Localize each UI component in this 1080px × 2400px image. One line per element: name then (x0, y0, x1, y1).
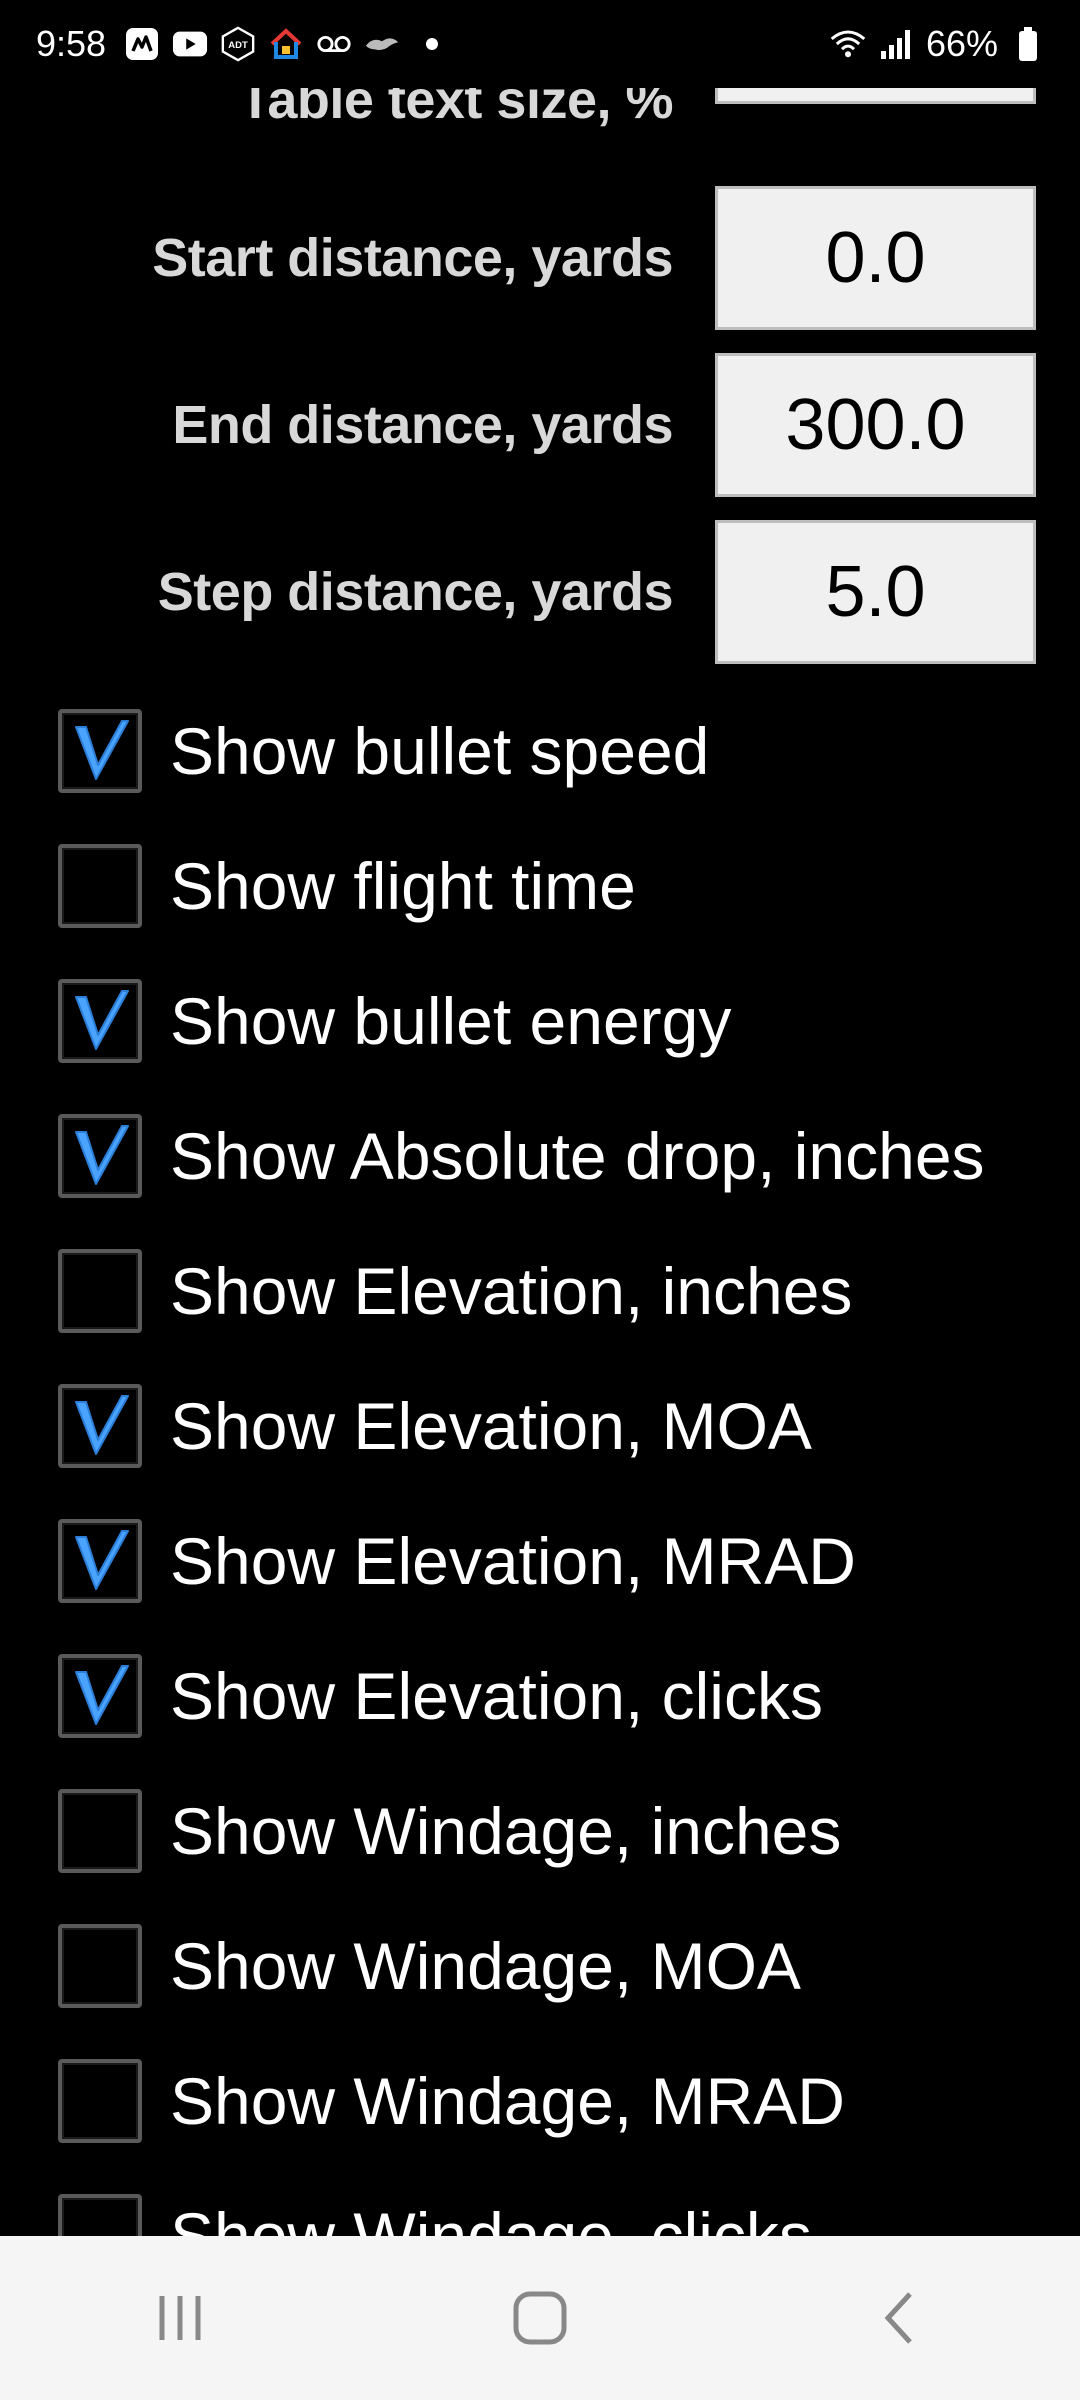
home-button[interactable] (480, 2258, 600, 2378)
checkbox-row[interactable]: Show flight time (0, 819, 1080, 953)
checkbox-unchecked[interactable] (58, 1924, 142, 2008)
checkbox-label: Show Elevation, MOA (170, 1389, 812, 1463)
checkbox-row[interactable]: Show bullet speed (0, 684, 1080, 818)
checkbox-label: Show Windage, clicks (170, 2199, 812, 2236)
step-distance-label: Step distance, yards (157, 562, 674, 622)
step-distance-row: Step distance, yards 5.0 (0, 520, 1080, 664)
end-distance-row: End distance, yards 300.0 (0, 353, 1080, 497)
checkmark-icon (75, 1665, 129, 1725)
start-distance-row: Start distance, yards 0.0 (0, 186, 1080, 330)
dot-icon (426, 38, 439, 50)
checkmark-icon (75, 990, 129, 1050)
checkbox-row[interactable]: Show Elevation, inches (0, 1224, 1080, 1358)
checkbox-checked[interactable] (58, 1654, 142, 1738)
tesla-app-icon (124, 26, 160, 62)
checkbox-checked[interactable] (58, 1384, 142, 1468)
status-left: 9:58 ADT (36, 23, 439, 65)
home-icon (513, 2291, 567, 2345)
checkbox-row[interactable]: Show Absolute drop, inches (0, 1089, 1080, 1223)
checkbox-label: Show Elevation, clicks (170, 1659, 823, 1733)
checkmark-icon (75, 1125, 129, 1185)
back-button[interactable] (840, 2258, 960, 2378)
recent-apps-button[interactable] (120, 2258, 240, 2378)
checkbox-checked[interactable] (58, 1114, 142, 1198)
voicemail-icon (316, 26, 352, 62)
checkbox-label: Show Absolute drop, inches (170, 1119, 985, 1193)
checkbox-row[interactable]: Show Windage, inches (0, 1764, 1080, 1898)
checkbox-label: Show flight time (170, 849, 636, 923)
checkbox-unchecked[interactable] (58, 1789, 142, 1873)
step-distance-input[interactable]: 5.0 (715, 520, 1036, 664)
svg-text:ADT: ADT (228, 40, 248, 51)
checkmark-icon (75, 720, 129, 780)
checkmark-icon (75, 1530, 129, 1590)
youtube-icon (172, 26, 208, 62)
back-icon (884, 2292, 912, 2344)
clock: 9:58 (36, 23, 107, 64)
checkbox-label: Show Windage, MRAD (170, 2064, 845, 2138)
checkmark-icon (75, 1395, 129, 1455)
status-bar: 9:58 ADT 66% (0, 0, 1080, 88)
checkbox-row[interactable]: Show Windage, MOA (0, 1899, 1080, 2033)
checkbox-label: Show bullet speed (170, 714, 710, 788)
checkbox-checked[interactable] (58, 979, 142, 1063)
checkbox-label: Show bullet energy (170, 984, 732, 1058)
signal-icon (878, 26, 914, 62)
checkbox-row[interactable]: Show Windage, MRAD (0, 2034, 1080, 2168)
checkbox-row[interactable]: Show Elevation, clicks (0, 1629, 1080, 1763)
ravens-icon (364, 26, 400, 62)
checkbox-row[interactable]: Show Elevation, MOA (0, 1359, 1080, 1493)
navigation-bar (0, 2236, 1080, 2400)
checkbox-unchecked[interactable] (58, 2194, 142, 2236)
battery-percent: 66% (925, 23, 998, 64)
start-distance-input[interactable]: 0.0 (715, 186, 1036, 330)
battery-icon (1010, 26, 1046, 62)
checkbox-label: Show Elevation, inches (170, 1254, 853, 1328)
checkbox-row[interactable]: Show Elevation, MRAD (0, 1494, 1080, 1628)
checkbox-label: Show Windage, inches (170, 1794, 842, 1868)
end-distance-label: End distance, yards (172, 395, 673, 455)
checkbox-checked[interactable] (58, 709, 142, 793)
wifi-icon (830, 26, 866, 62)
status-right: 66% (830, 23, 1046, 65)
adt-icon: ADT (220, 26, 256, 62)
end-distance-input[interactable]: 300.0 (715, 353, 1036, 497)
checkbox-unchecked[interactable] (58, 2059, 142, 2143)
checkbox-label: Show Windage, MOA (170, 1929, 801, 2003)
checkbox-row[interactable]: Show bullet energy (0, 954, 1080, 1088)
checkbox-unchecked[interactable] (58, 1249, 142, 1333)
checkbox-row[interactable]: Show Windage, clicks (0, 2169, 1080, 2236)
checkbox-label: Show Elevation, MRAD (170, 1524, 856, 1598)
smart-home-icon (268, 26, 304, 62)
checkbox-checked[interactable] (58, 1519, 142, 1603)
checkbox-unchecked[interactable] (58, 844, 142, 928)
recent-apps-icon (159, 2296, 201, 2340)
settings-screen: Table text size, % 50 Start distance, ya… (0, 0, 1080, 2236)
start-distance-label: Start distance, yards (152, 228, 673, 288)
